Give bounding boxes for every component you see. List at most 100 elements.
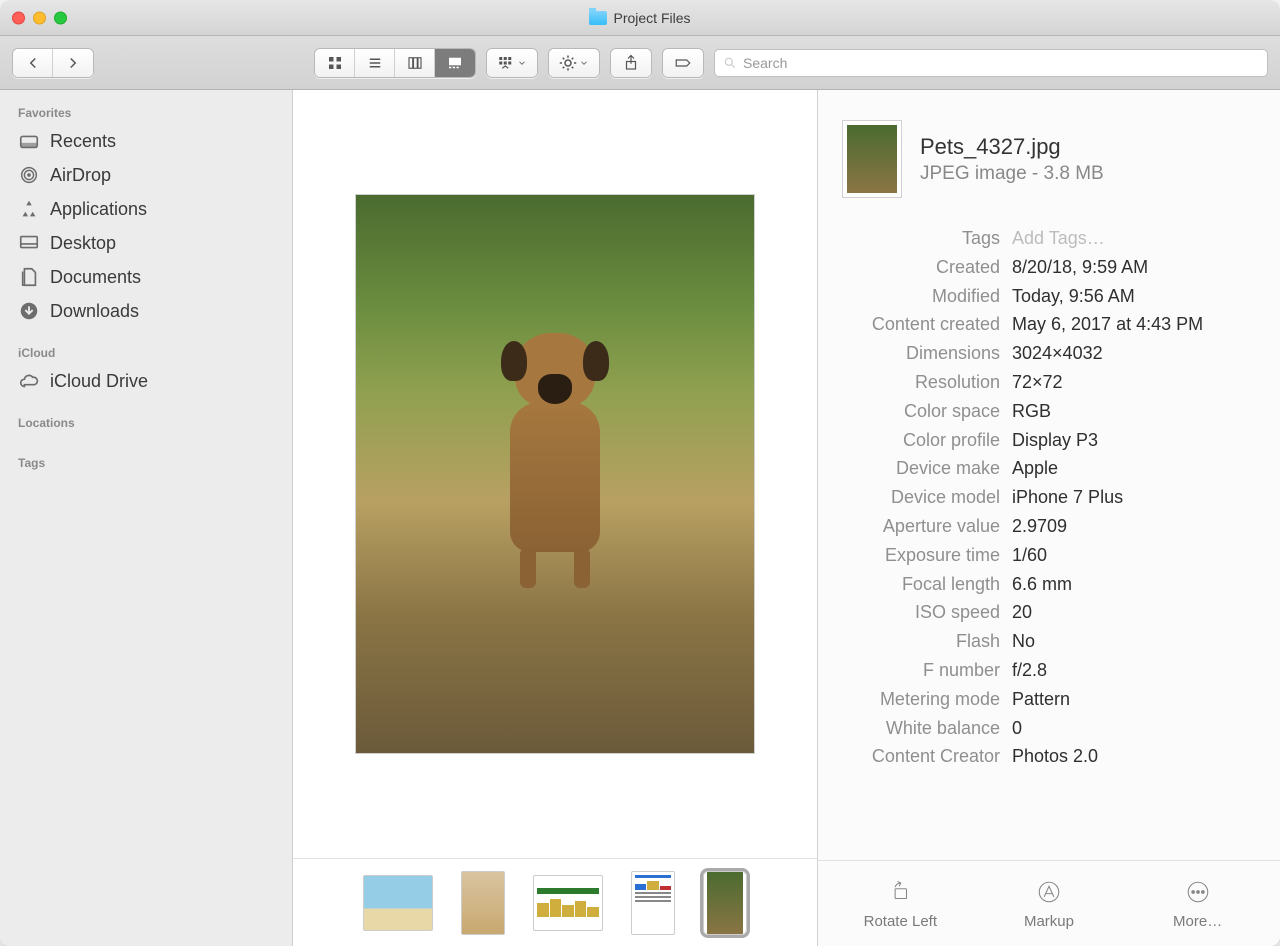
tag-button-group [662,48,704,78]
meta-row: Device modeliPhone 7 Plus [842,483,1256,512]
meta-label: Aperture value [842,512,1012,541]
meta-row: Aperture value2.9709 [842,512,1256,541]
chevron-down-icon [579,58,589,68]
forward-button[interactable] [53,49,93,77]
action-label: Markup [1024,913,1074,930]
nav-buttons [12,48,94,78]
share-button[interactable] [611,49,651,77]
list-view-button[interactable] [355,49,395,77]
desktop-icon [18,232,40,254]
thumbnail[interactable] [363,875,433,931]
meta-label: Content created [842,310,1012,339]
meta-row: Created8/20/18, 9:59 AM [842,253,1256,282]
preview-area [293,90,817,858]
meta-label: Metering mode [842,685,1012,714]
content-area: Pets_4327.jpg JPEG image - 3.8 MB TagsAd… [293,90,1280,946]
back-button[interactable] [13,49,53,77]
icon-view-button[interactable] [315,49,355,77]
window-body: Favorites Recents AirDrop Applications [0,90,1280,946]
window-controls [12,11,67,24]
markup-button[interactable]: Markup [989,877,1109,930]
meta-value: No [1012,627,1256,656]
meta-value: RGB [1012,397,1256,426]
info-thumbnail [842,120,902,198]
meta-row: Dimensions3024×4032 [842,339,1256,368]
meta-row: Focal length6.6 mm [842,570,1256,599]
meta-value: 8/20/18, 9:59 AM [1012,253,1256,282]
meta-row: ModifiedToday, 9:56 AM [842,282,1256,311]
thumbnail-selected[interactable] [703,871,747,935]
sidebar-item-applications[interactable]: Applications [0,192,292,226]
meta-row: Device makeApple [842,454,1256,483]
titlebar: Project Files [0,0,1280,36]
sidebar-item-airdrop[interactable]: AirDrop [0,158,292,192]
meta-value: Apple [1012,454,1256,483]
window-title-text: Project Files [613,10,690,26]
meta-value: 0 [1012,714,1256,743]
meta-value: 20 [1012,598,1256,627]
meta-label: Content Creator [842,742,1012,771]
airdrop-icon [18,164,40,186]
zoom-window-button[interactable] [54,11,67,24]
rotate-left-button[interactable]: Rotate Left [840,877,960,930]
preview-image[interactable] [355,194,755,754]
sidebar-item-label: Desktop [50,233,116,254]
column-view-button[interactable] [395,49,435,77]
cloud-icon [18,370,40,392]
sidebar-item-label: iCloud Drive [50,371,148,392]
sidebar-item-icloud-drive[interactable]: iCloud Drive [0,364,292,398]
meta-label: F number [842,656,1012,685]
meta-label: Modified [842,282,1012,311]
gallery-view-button[interactable] [435,49,475,77]
search-input[interactable]: Search [714,49,1268,77]
more-button[interactable]: More… [1138,877,1258,930]
meta-label: Device model [842,483,1012,512]
meta-label: Resolution [842,368,1012,397]
meta-label: Focal length [842,570,1012,599]
downloads-icon [18,300,40,322]
thumbnail[interactable] [461,871,505,935]
meta-row: F numberf/2.8 [842,656,1256,685]
sidebar-item-label: Downloads [50,301,139,322]
meta-row: FlashNo [842,627,1256,656]
close-window-button[interactable] [12,11,25,24]
meta-value: 1/60 [1012,541,1256,570]
group-by-button[interactable] [487,49,537,77]
meta-value: 6.6 mm [1012,570,1256,599]
chevron-down-icon [517,58,527,68]
minimize-window-button[interactable] [33,11,46,24]
info-pane: Pets_4327.jpg JPEG image - 3.8 MB TagsAd… [818,90,1280,946]
sidebar-item-recents[interactable]: Recents [0,124,292,158]
thumbnail[interactable] [533,875,603,931]
meta-label: Dimensions [842,339,1012,368]
window-title: Project Files [0,10,1280,26]
file-name[interactable]: Pets_4327.jpg [920,133,1104,162]
search-icon [723,56,737,70]
meta-value: May 6, 2017 at 4:43 PM [1012,310,1256,339]
file-subtitle: JPEG image - 3.8 MB [920,163,1104,185]
action-button-group [548,48,600,78]
sidebar-section-tags[interactable]: Tags [0,450,292,474]
meta-value: 3024×4032 [1012,339,1256,368]
meta-label: ISO speed [842,598,1012,627]
meta-label: Exposure time [842,541,1012,570]
toolbar: Search [0,36,1280,90]
documents-icon [18,266,40,288]
meta-value: 72×72 [1012,368,1256,397]
folder-icon [589,11,607,25]
meta-row: Exposure time1/60 [842,541,1256,570]
tag-button[interactable] [663,49,703,77]
sidebar-item-desktop[interactable]: Desktop [0,226,292,260]
sidebar-section-icloud: iCloud [0,340,292,364]
meta-label: Created [842,253,1012,282]
thumbnail[interactable] [631,871,675,935]
recents-icon [18,130,40,152]
meta-value[interactable]: Add Tags… [1012,224,1256,253]
sidebar: Favorites Recents AirDrop Applications [0,90,293,946]
sidebar-section-locations[interactable]: Locations [0,410,292,434]
meta-row: Color spaceRGB [842,397,1256,426]
sidebar-item-downloads[interactable]: Downloads [0,294,292,328]
quick-actions: Rotate Left Markup More… [818,860,1280,946]
action-menu-button[interactable] [549,49,599,77]
sidebar-item-documents[interactable]: Documents [0,260,292,294]
